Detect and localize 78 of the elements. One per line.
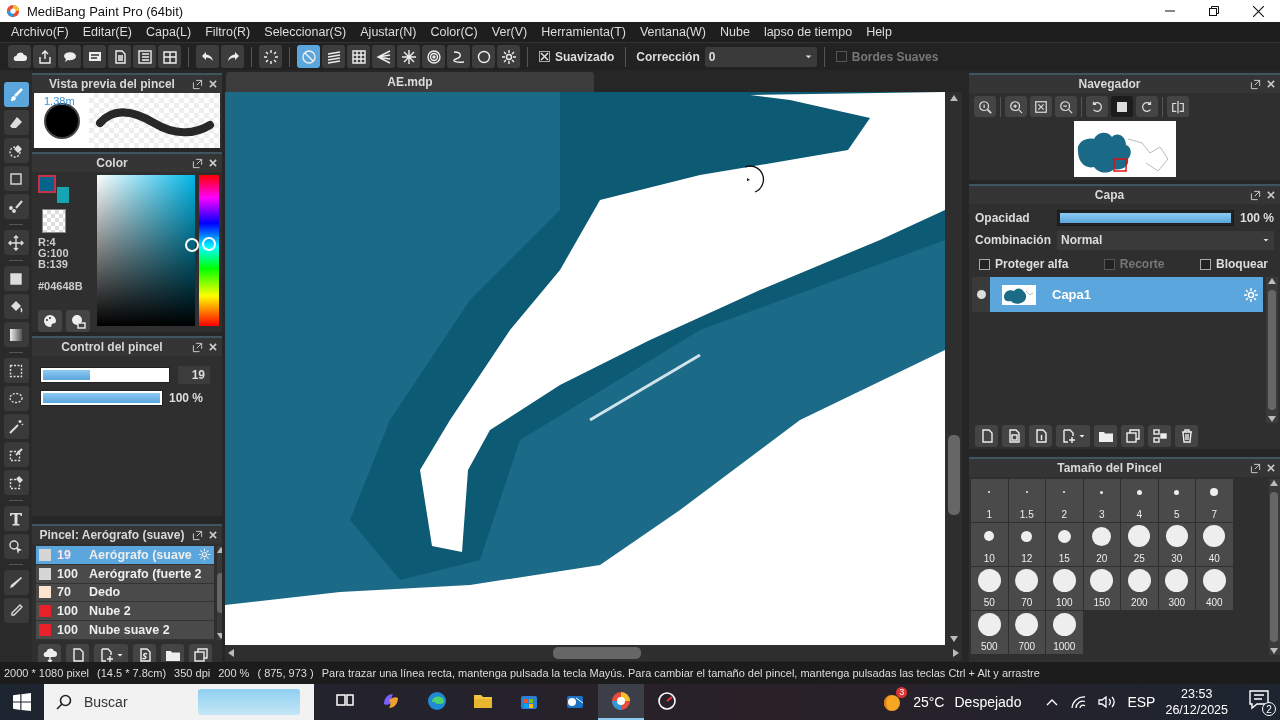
opacity-value: 100 %: [169, 391, 204, 405]
brush-size-preset[interactable]: 12: [1008, 523, 1045, 566]
brush-size-preset[interactable]: 150: [1083, 567, 1120, 610]
window-title: MediBang Paint Pro (64bit): [27, 3, 185, 19]
weather-badge: 3: [896, 687, 908, 698]
menu-item[interactable]: Ajustar(N): [353, 22, 424, 42]
document-tab[interactable]: AE.mdp: [226, 72, 594, 92]
image-size-text: 2000 * 1080 pixel: [4, 667, 89, 679]
menu-item[interactable]: Archivo(F): [4, 22, 76, 42]
brush-size-preset[interactable]: 100: [1046, 567, 1083, 610]
brush-size-preset[interactable]: 300: [1158, 567, 1195, 610]
channel-value: B:139: [38, 259, 69, 270]
opacity-value: 100 %: [1239, 211, 1274, 225]
blend-mode-label: Combinación: [975, 233, 1051, 247]
panel-title: Navegador: [1077, 77, 1142, 91]
notification-count: 2: [1262, 702, 1276, 716]
brush-size-preset[interactable]: 70: [1008, 567, 1045, 610]
brush-size-preset[interactable]: 20: [1083, 523, 1120, 566]
brush-size-preset[interactable]: 7: [1196, 479, 1233, 522]
menu-item[interactable]: Ventana(W): [632, 22, 713, 42]
channel-value: R:4: [38, 237, 57, 248]
brush-size-field[interactable]: 19: [178, 366, 210, 384]
search-field[interactable]: Buscar: [44, 684, 314, 720]
brush-size-preset[interactable]: 15: [1046, 523, 1083, 566]
brush-size-preset[interactable]: 30: [1158, 523, 1195, 566]
brush-size-preset[interactable]: 200: [1121, 567, 1158, 610]
brush-size-preset[interactable]: 1000: [1046, 611, 1083, 654]
cursor-position-text: ( 875, 973 ): [257, 667, 314, 679]
brush-size-preset[interactable]: 1.5: [1008, 479, 1045, 522]
brush-size-preset[interactable]: 1: [971, 479, 1008, 522]
language-indicator[interactable]: ESP: [1127, 694, 1156, 710]
brush-size-text: 1.38m: [44, 95, 75, 107]
brush-size-preset[interactable]: 25: [1121, 523, 1158, 566]
menu-item[interactable]: Nube: [713, 22, 757, 42]
hex-value: #04648B: [38, 280, 84, 292]
checkbox[interactable]: Proteger alfa: [975, 257, 1073, 271]
zoom-text: 200 %: [218, 667, 250, 679]
resolution-text: 350 dpi: [174, 667, 211, 679]
brush-size-preset[interactable]: 4: [1121, 479, 1158, 522]
menu-item[interactable]: Color(C): [423, 22, 485, 42]
panel-title: Capa: [1093, 188, 1126, 202]
blend-mode-dropdown[interactable]: Normal: [1057, 230, 1274, 250]
panel-title: Pincel: Aerógrafo (suave): [38, 528, 186, 542]
menu-item[interactable]: Help: [859, 22, 899, 42]
brush-size-preset[interactable]: 400: [1196, 567, 1233, 610]
brush-size-preset[interactable]: 3: [1083, 479, 1120, 522]
panel-title: Color: [95, 156, 129, 170]
weather-text: Despejado: [954, 694, 1022, 710]
brush-size-preset[interactable]: 500: [971, 611, 1008, 654]
brush-list-item[interactable]: 100 Nube suave 2: [36, 621, 214, 640]
clock-time[interactable]: 23:53: [1181, 686, 1213, 702]
brush-size-preset[interactable]: 2: [1046, 479, 1083, 522]
brush-size-preset[interactable]: 5: [1158, 479, 1195, 522]
correction-label: Corrección: [635, 49, 701, 64]
brush-size-preset[interactable]: 50: [971, 567, 1008, 610]
menu-item[interactable]: Herramienta(T): [534, 22, 633, 42]
menu-item[interactable]: Filtro(R): [198, 22, 258, 42]
checkbox[interactable]: Suavizado: [535, 49, 619, 64]
panel-title: Control del pincel: [60, 340, 164, 354]
correction-dropdown[interactable]: 0: [704, 46, 817, 67]
brush-list-item[interactable]: 100 Nube 2: [36, 602, 214, 622]
panel-title: Vista previa del pincel: [48, 77, 176, 91]
hint-text: Para trazar una línea recta, mantenga pulsada la tecla Mayús. Para cambiar el tamaño del pincel, mantenga pulsadas las teclas Ctrl + Alt y arrastre: [321, 667, 1040, 679]
opacity-label: Opacidad: [975, 211, 1031, 225]
menu-item[interactable]: Editar(E): [75, 22, 139, 42]
brush-size-preset[interactable]: 10: [971, 523, 1008, 566]
clock-date[interactable]: 26/12/2025: [1165, 702, 1228, 718]
channel-value: G:100: [38, 248, 70, 259]
panel-title: Tamaño del Pincel: [1056, 461, 1163, 475]
brush-size-preset[interactable]: 40: [1196, 523, 1233, 566]
physical-size-text: (14.5 * 7.8cm): [97, 667, 167, 679]
checkbox[interactable]: Bloquear: [1196, 257, 1272, 271]
menu-item[interactable]: Capa(L): [139, 22, 199, 42]
menu-item[interactable]: lapso de tiempo: [756, 22, 860, 42]
menu-item[interactable]: Ver(V): [484, 22, 535, 42]
menu-item[interactable]: Seleccionar(S): [257, 22, 354, 42]
brush-size-preset[interactable]: 700: [1008, 611, 1045, 654]
temperature-text: 25°C: [913, 694, 945, 710]
